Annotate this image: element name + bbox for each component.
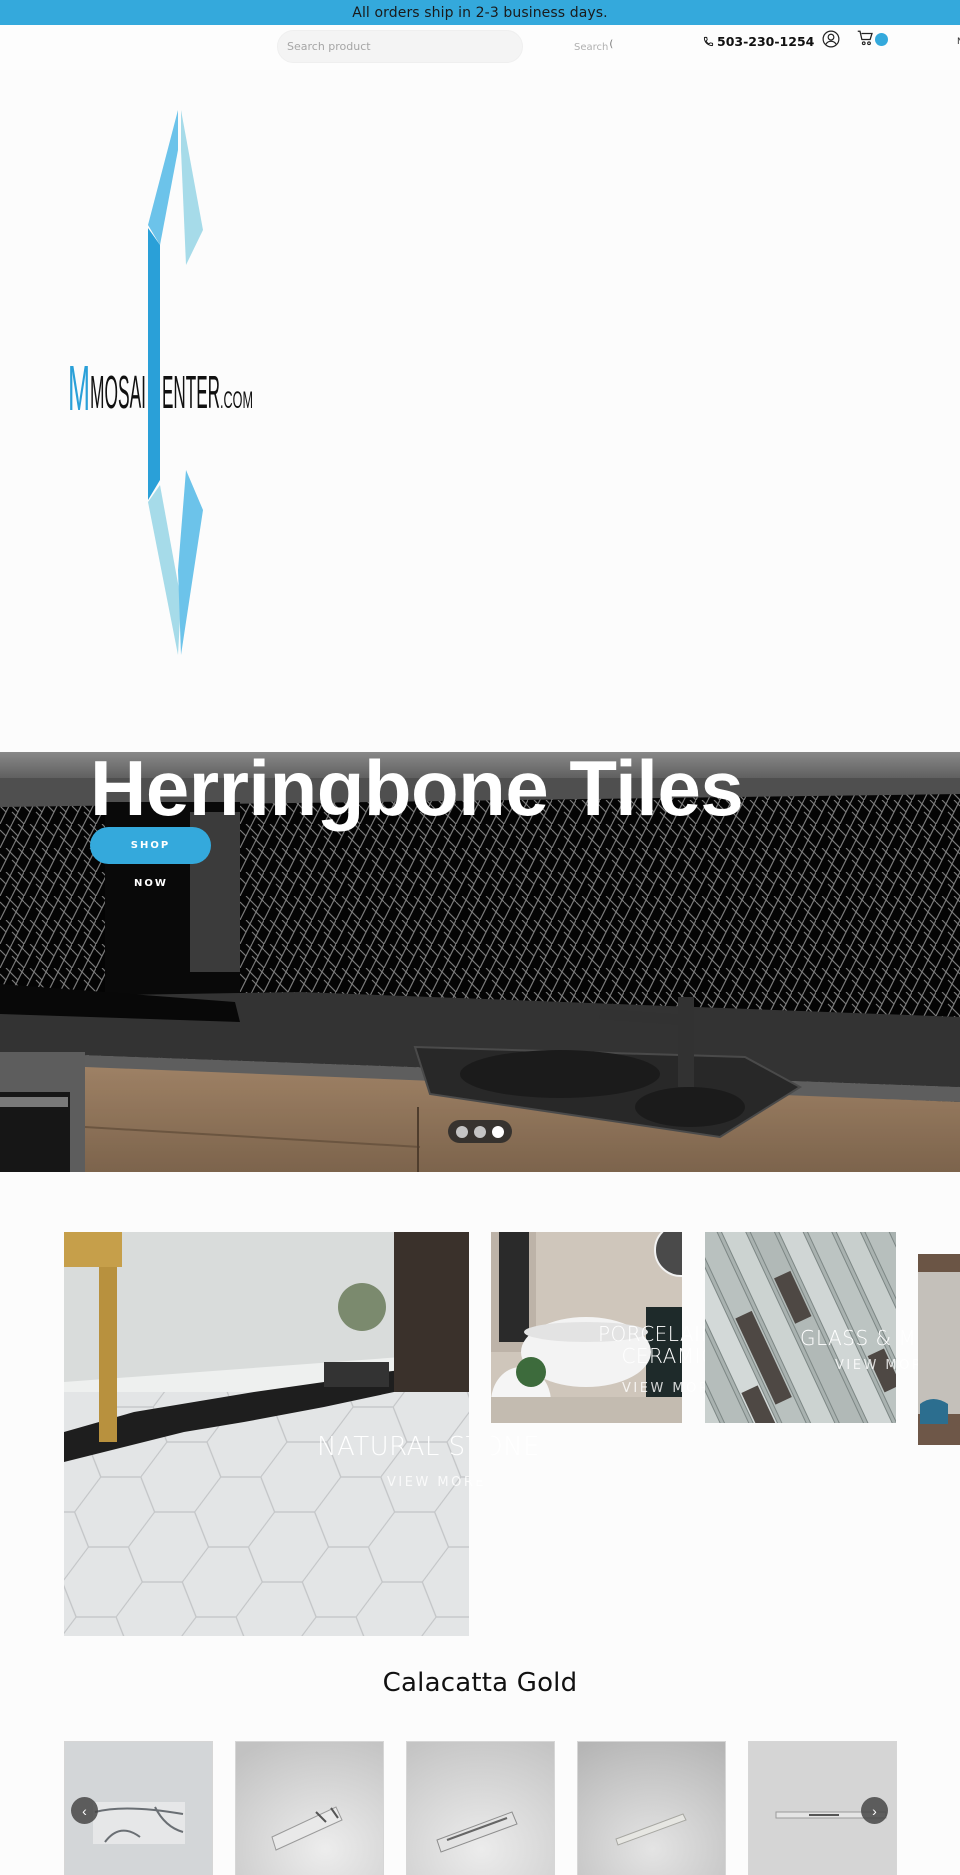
phone-link[interactable]: 503-230-1254 [703,34,814,49]
category-title: NATURAL STONE [317,1432,540,1462]
product-card[interactable] [235,1741,384,1875]
announcement-text: All orders ship in 2-3 business days. [352,4,608,21]
site-header: Search ( 503-230-1254 N [0,25,960,70]
logo-shape [148,228,160,410]
product-card[interactable] [406,1741,555,1875]
category-card-natural-stone[interactable]: NATURAL STONE VIEW MORE [64,1232,539,1636]
cart-count-badge [875,33,888,46]
product-image [578,1742,725,1875]
logo-shape [148,485,181,655]
search-input[interactable] [277,30,523,63]
site-logo[interactable]: M MOSAI ENTER .COM [68,110,253,655]
search-button-label: Search [574,42,609,53]
carousel-prev-button[interactable]: ‹ [71,1797,98,1824]
slider-dot-3[interactable] [492,1125,504,1138]
carousel-next-button[interactable]: › [861,1797,888,1824]
slider-dot-1[interactable] [456,1125,468,1138]
slider-dot-2[interactable] [474,1125,486,1138]
logo-suffix: .COM [220,387,253,414]
account-icon[interactable] [822,30,840,48]
logo-shape [178,470,203,655]
hero-slider: Herringbone Tiles SHOP NOW [0,752,960,1172]
search-button[interactable]: Search ( [574,39,614,53]
logo-shape [181,110,203,265]
logo-word-1: MOSAI [90,366,146,418]
category-image-4 [918,1254,960,1445]
logo-letter-m: M [68,352,90,424]
hero-title: Herringbone Tiles [90,752,744,832]
logo-shape [148,410,160,500]
logo-shape [148,110,178,245]
phone-number: 503-230-1254 [717,34,815,49]
category-clip-natural [469,1380,491,1480]
loading-spinner-icon: ( [609,39,614,50]
slider-pagination [448,1120,512,1143]
shop-now-button[interactable]: SHOP [90,827,211,864]
section-title: Calacatta Gold [382,1668,578,1698]
category-card-4[interactable] [918,1254,960,1445]
announcement-bar: All orders ship in 2-3 business days. [0,0,960,25]
shop-now-button-label-line2[interactable]: NOW [134,878,168,889]
phone-icon [703,36,714,47]
product-card[interactable] [577,1741,726,1875]
logo-word-2: ENTER [162,366,220,418]
product-image [236,1742,383,1875]
category-card-glass-metal[interactable]: GLASS & METAL VIEW MORE [705,1232,960,1423]
category-card-porcelain-ceramic[interactable]: PORCELAIN & CERAMIC VIEW MORE [491,1232,738,1423]
cart-icon[interactable] [857,29,875,47]
product-image [407,1742,554,1875]
